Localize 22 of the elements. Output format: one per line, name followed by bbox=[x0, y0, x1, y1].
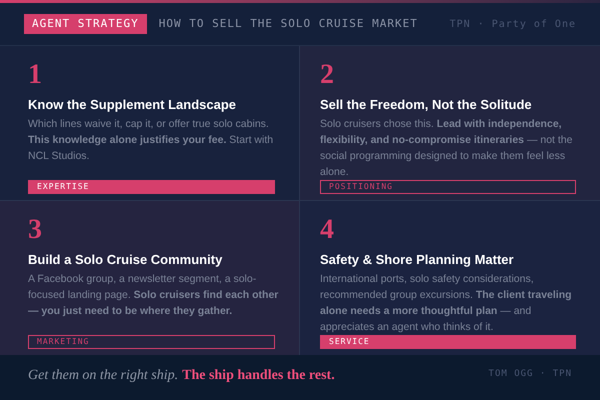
card-title: Sell the Freedom, Not the Solitude bbox=[320, 96, 533, 114]
step-number: 3 bbox=[28, 214, 42, 246]
card-description: Solo cruisers chose this. Lead with independence, flexibility, and no-compromise itineraries — not the social programming designed to make them feel less alone. bbox=[320, 117, 574, 180]
card-description: International ports, solo safety considerations, recommended group excursions. The client traveling alone needs a more thoughtful plan — and appreciates an agent who thinks of it. bbox=[320, 272, 573, 335]
brand-label: TPN · Party of One bbox=[450, 18, 576, 32]
step-number: 2 bbox=[320, 59, 334, 91]
footer-tagline-emphasis: The ship handles the rest. bbox=[182, 366, 335, 384]
card-title: Know the Supplement Landscape bbox=[28, 96, 238, 114]
page-title: HOW TO SELL THE SOLO CRUISE MARKET bbox=[158, 16, 418, 32]
category-tag: POSITIONING bbox=[320, 180, 576, 194]
category-badge: AGENT STRATEGY bbox=[24, 14, 147, 34]
footer-credit: TOM OGG · TPN bbox=[488, 368, 572, 382]
card-description: Which lines waive it, cap it, or offer true solo cabins. This knowledge alone justifies your fee. Start with NCL Studios. bbox=[28, 117, 274, 164]
step-number: 4 bbox=[320, 214, 334, 246]
category-tag: MARKETING bbox=[28, 335, 275, 349]
card-title: Safety & Shore Planning Matter bbox=[320, 251, 515, 269]
card-description: A Facebook group, a newsletter segment, a solo-focused landing page. Solo cruisers find each other — you just need to be where they gather. bbox=[28, 272, 279, 319]
category-tag: SERVICE bbox=[320, 335, 576, 349]
footer-tagline: Get them on the right ship. bbox=[28, 366, 178, 384]
step-number: 1 bbox=[28, 59, 42, 91]
card-title: Build a Solo Cruise Community bbox=[28, 251, 224, 269]
category-tag: EXPERTISE bbox=[28, 180, 275, 194]
